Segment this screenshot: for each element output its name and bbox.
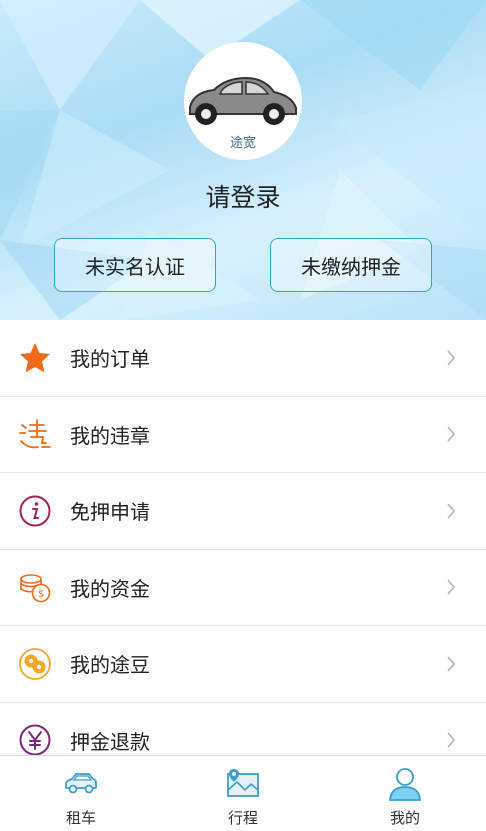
profile-menu: 我的订单 我的违章 免押申请 $ 我的资金 我的途豆 押金退款 [0, 320, 486, 779]
chevron-right-icon [447, 350, 456, 366]
info-icon [19, 495, 51, 527]
car-icon [65, 773, 97, 794]
chevron-right-icon [447, 579, 456, 595]
chevron-right-icon [447, 656, 456, 672]
bottom-tab-bar: 租车 行程 我的 [0, 755, 486, 831]
car-logo-icon [189, 76, 297, 125]
chevron-right-icon [447, 503, 456, 519]
violation-icon [19, 419, 51, 449]
map-icon [227, 769, 259, 797]
avatar-name: 途宽 [229, 136, 256, 151]
pay-deposit-button[interactable]: 未缴纳押金 [270, 238, 432, 292]
menu-item-label: 我的途豆 [70, 653, 150, 678]
beans-icon [19, 647, 51, 680]
tab-label: 我的 [389, 809, 420, 827]
verify-identity-button[interactable]: 未实名认证 [54, 238, 216, 292]
user-icon [389, 768, 421, 801]
avatar[interactable]: 途宽 [184, 42, 302, 160]
menu-item-beans[interactable]: 我的途豆 [0, 626, 486, 703]
tab-rent-car[interactable]: 租车 [0, 756, 162, 831]
menu-item-label: 我的订单 [70, 347, 150, 372]
tab-mine[interactable]: 我的 [324, 756, 486, 831]
menu-item-funds[interactable]: $ 我的资金 [0, 550, 486, 626]
menu-item-label: 我的违章 [70, 423, 150, 448]
tab-label: 租车 [65, 809, 96, 827]
svg-text:$: $ [38, 589, 44, 600]
login-prompt[interactable]: 请登录 [0, 178, 486, 214]
tab-label: 行程 [227, 809, 258, 827]
menu-item-violations[interactable]: 我的违章 [0, 397, 486, 473]
menu-item-label: 押金退款 [70, 729, 150, 754]
star-icon [20, 342, 50, 373]
coins-icon: $ [20, 574, 51, 603]
menu-item-label: 我的资金 [70, 576, 150, 601]
menu-item-deposit-waiver[interactable]: 免押申请 [0, 473, 486, 550]
profile-header: 途宽 请登录 未实名认证 未缴纳押金 [0, 0, 486, 320]
chevron-right-icon [447, 732, 456, 748]
yen-icon [19, 724, 51, 756]
menu-item-orders[interactable]: 我的订单 [0, 320, 486, 397]
menu-item-label: 免押申请 [70, 500, 150, 525]
chevron-right-icon [447, 426, 456, 442]
tab-trips[interactable]: 行程 [162, 756, 324, 831]
